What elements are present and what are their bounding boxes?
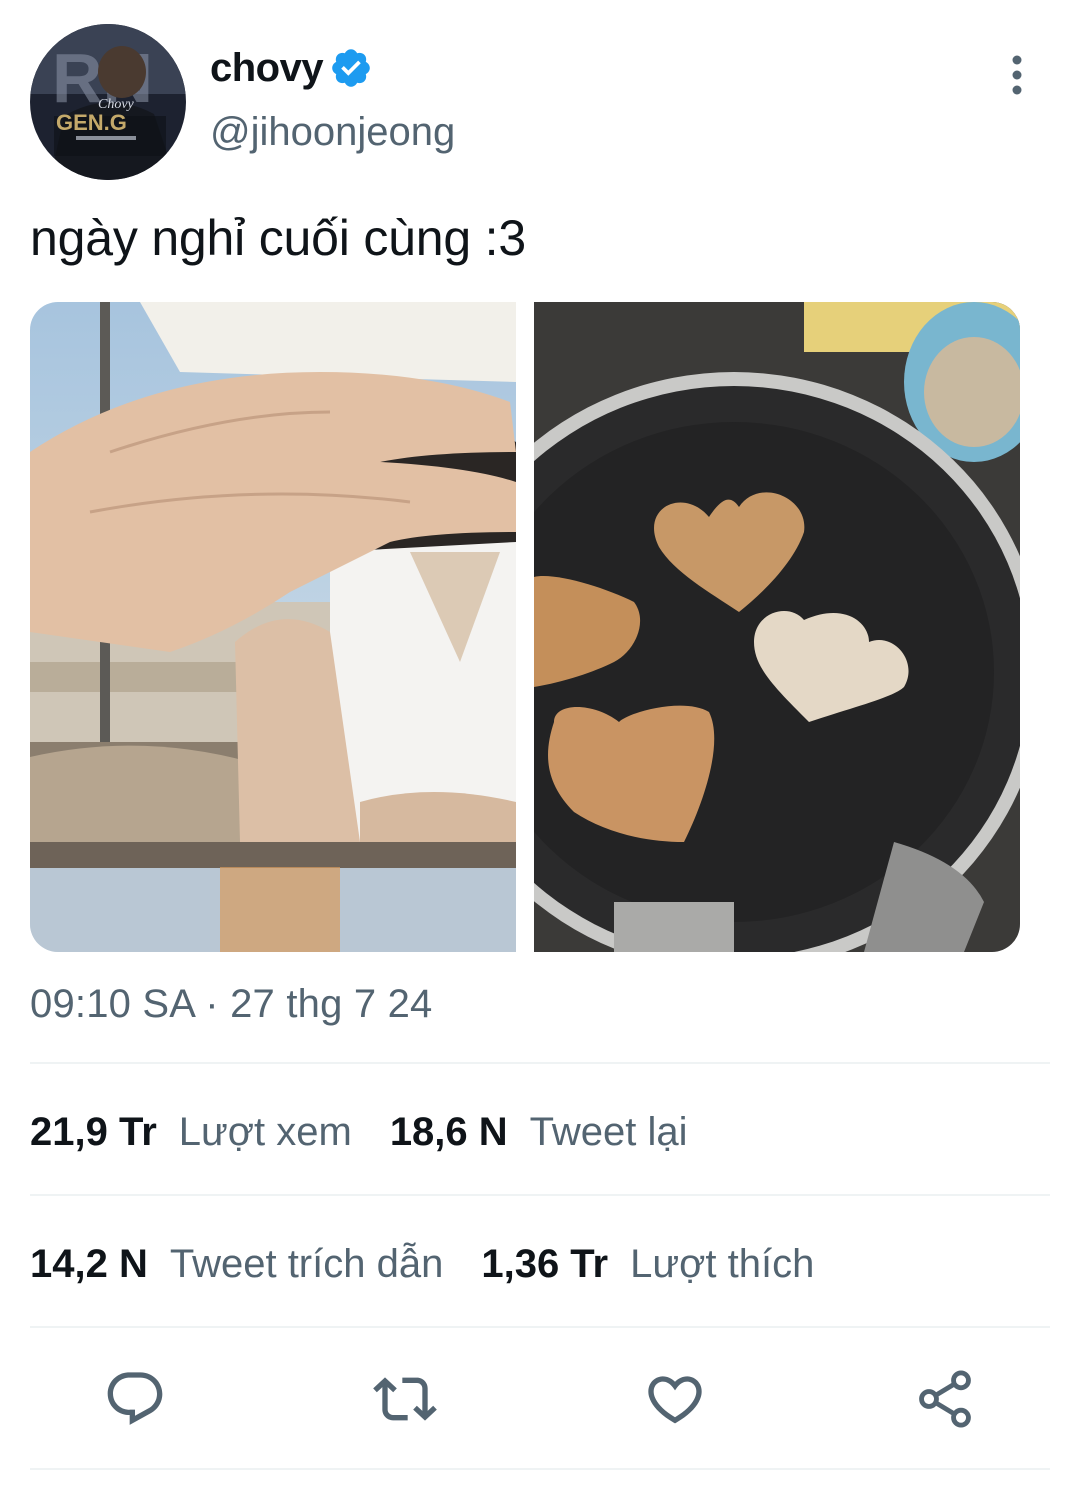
tweet-timestamp[interactable]: 09:10 SA · 27 thg 7 24 <box>30 982 433 1027</box>
quotes-count[interactable]: 14,2 N <box>30 1242 148 1287</box>
author-handle[interactable]: @jihoonjeong <box>210 110 455 155</box>
divider <box>30 1468 1050 1470</box>
retweets-label[interactable]: Tweet lại <box>530 1110 688 1155</box>
heart-icon[interactable] <box>643 1367 707 1431</box>
media-grid <box>30 302 1020 952</box>
likes-label[interactable]: Lượt thích <box>630 1242 814 1287</box>
divider <box>30 1326 1050 1328</box>
verified-badge-icon <box>332 49 370 87</box>
retweet-icon[interactable] <box>373 1367 437 1431</box>
avatar[interactable]: RN Chovy GEN.G <box>30 24 186 180</box>
quotes-label[interactable]: Tweet trích dẫn <box>170 1242 443 1287</box>
stats-row-2: 14,2 N Tweet trích dẫn 1,36 Tr Lượt thíc… <box>30 1234 852 1294</box>
avatar-image: RN Chovy GEN.G <box>30 24 186 180</box>
author-name-row[interactable]: chovy <box>210 42 373 94</box>
photo-heart-pancakes[interactable] <box>534 302 1020 952</box>
divider <box>30 1062 1050 1064</box>
share-icon[interactable] <box>913 1367 977 1431</box>
display-name[interactable]: chovy <box>210 46 324 91</box>
more-vertical-icon[interactable] <box>1000 52 1034 98</box>
divider <box>30 1194 1050 1196</box>
stats-row-1: 21,9 Tr Lượt xem 18,6 N Tweet lại <box>30 1102 726 1162</box>
views-label[interactable]: Lượt xem <box>179 1110 352 1155</box>
retweets-count[interactable]: 18,6 N <box>390 1110 508 1155</box>
likes-count[interactable]: 1,36 Tr <box>481 1242 608 1287</box>
avatar-jersey-text: GEN.G <box>56 110 127 135</box>
views-count[interactable]: 21,9 Tr <box>30 1110 157 1155</box>
photo-person-hand[interactable] <box>30 302 516 952</box>
tweet-text: ngày nghỉ cuối cùng :3 <box>30 210 526 266</box>
reply-icon[interactable] <box>103 1367 167 1431</box>
